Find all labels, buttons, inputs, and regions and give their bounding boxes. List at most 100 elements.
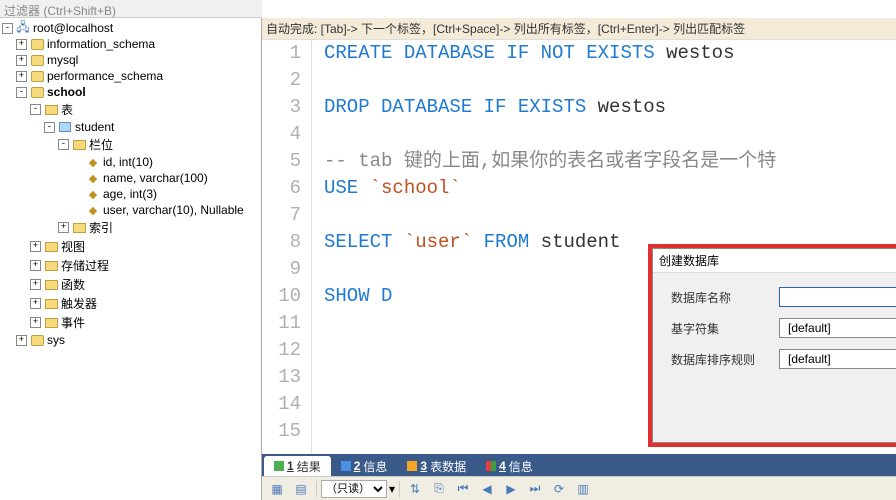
tree-node[interactable]: + information_schema bbox=[0, 36, 261, 52]
tree-node[interactable]: -表 bbox=[0, 100, 261, 119]
tree-label: sys bbox=[47, 333, 65, 347]
tab-icon bbox=[486, 461, 496, 471]
tree-label: 触发器 bbox=[61, 295, 97, 312]
tab-结果[interactable]: 1 结果 bbox=[264, 456, 331, 476]
dialog-title: 创建数据库 bbox=[659, 252, 896, 269]
tree-label: 表 bbox=[61, 101, 73, 118]
tree-node[interactable]: + 视图 bbox=[0, 237, 261, 256]
expand-icon[interactable]: + bbox=[30, 298, 41, 309]
expand-icon[interactable]: - bbox=[58, 139, 69, 150]
column-icon: ◆ bbox=[85, 155, 101, 169]
create-db-dialog: 创建数据库 ✕ 数据库名称 基字符集 [default] 数据库排序规则 [de… bbox=[648, 244, 896, 447]
tab-icon bbox=[341, 461, 351, 471]
tree-node[interactable]: -栏位 bbox=[0, 135, 261, 154]
tab-信息[interactable]: 2 信息 bbox=[331, 456, 398, 476]
result-tabs: 1 结果2 信息3 表数据4 信息 bbox=[262, 454, 896, 476]
tree-node[interactable]: ◆name, varchar(100) bbox=[0, 170, 261, 186]
expand-icon[interactable]: + bbox=[16, 39, 27, 50]
tree-node[interactable]: - school bbox=[0, 84, 261, 100]
filter-placeholder[interactable]: 过滤器 (Ctrl+Shift+B) bbox=[4, 4, 116, 18]
expand-icon[interactable]: + bbox=[16, 335, 27, 346]
expand-icon[interactable]: + bbox=[58, 222, 69, 233]
tree-label: school bbox=[47, 85, 86, 99]
expand-icon[interactable]: + bbox=[30, 241, 41, 252]
tab-icon bbox=[407, 461, 417, 471]
tree-node[interactable]: + 触发器 bbox=[0, 294, 261, 313]
readonly-select[interactable]: （只读） bbox=[321, 480, 387, 498]
tree-label: id, int(10) bbox=[103, 155, 153, 169]
prev-icon[interactable]: ◀ bbox=[476, 479, 498, 499]
tree-node[interactable]: + sys bbox=[0, 332, 261, 348]
folder-icon bbox=[43, 259, 59, 273]
tree-node[interactable]: +索引 bbox=[0, 218, 261, 237]
code-line[interactable] bbox=[324, 202, 896, 229]
tree-label: root@localhost bbox=[33, 21, 113, 35]
folder-icon bbox=[43, 103, 59, 117]
line-gutter: 123456789101112131415 bbox=[262, 40, 312, 454]
collation-select[interactable]: [default] bbox=[779, 349, 896, 369]
sort-icon[interactable]: ⇅ bbox=[404, 479, 426, 499]
expand-icon[interactable]: + bbox=[16, 55, 27, 66]
database-icon bbox=[29, 69, 45, 83]
grid-icon[interactable]: ▤ bbox=[290, 479, 312, 499]
code-line[interactable]: USE `school` bbox=[324, 175, 896, 202]
tree-node[interactable]: ◆user, varchar(10), Nullable bbox=[0, 202, 261, 218]
column-icon: ◆ bbox=[85, 203, 101, 217]
tree-label: 视图 bbox=[61, 238, 85, 255]
tab-icon bbox=[274, 461, 284, 471]
tree-node[interactable]: ◆id, int(10) bbox=[0, 154, 261, 170]
expand-icon[interactable]: - bbox=[30, 104, 41, 115]
tree-node[interactable]: + performance_schema bbox=[0, 68, 261, 84]
expand-icon[interactable]: - bbox=[2, 23, 13, 34]
tab-表数据[interactable]: 3 表数据 bbox=[397, 456, 476, 476]
tree-node[interactable]: +mysql bbox=[0, 52, 261, 68]
tree-label: 存储过程 bbox=[61, 257, 109, 274]
tree-node[interactable]: - student bbox=[0, 119, 261, 135]
charset-select[interactable]: [default] bbox=[779, 318, 896, 338]
expand-icon[interactable]: + bbox=[16, 71, 27, 82]
tab-信息[interactable]: 4 信息 bbox=[476, 456, 543, 476]
tree-label: information_schema bbox=[47, 37, 155, 51]
tree-node[interactable]: + 存储过程 bbox=[0, 256, 261, 275]
tree-label: student bbox=[75, 120, 114, 134]
autocomplete-hint: 自动完成: [Tab]-> 下一个标签，[Ctrl+Space]-> 列出所有标… bbox=[262, 18, 896, 40]
database-icon bbox=[29, 85, 45, 99]
tree-label: 函数 bbox=[61, 276, 85, 293]
code-line[interactable]: CREATE DATABASE IF NOT EXISTS westos bbox=[324, 40, 896, 67]
tree-label: age, int(3) bbox=[103, 187, 157, 201]
first-icon[interactable]: ⏮ bbox=[452, 479, 474, 499]
last-icon[interactable]: ⏭ bbox=[524, 479, 546, 499]
expand-icon[interactable]: - bbox=[16, 87, 27, 98]
code-line[interactable]: -- tab 键的上面,如果你的表名或者字段名是一个特 bbox=[324, 148, 896, 175]
charset-label: 基字符集 bbox=[671, 320, 761, 337]
tree-label: 事件 bbox=[61, 314, 85, 331]
database-icon bbox=[29, 333, 45, 347]
tree-node[interactable]: -🖧root@localhost bbox=[0, 20, 261, 36]
tree-node[interactable]: ◆age, int(3) bbox=[0, 186, 261, 202]
tree-node[interactable]: + 函数 bbox=[0, 275, 261, 294]
next-icon[interactable]: ▶ bbox=[500, 479, 522, 499]
code-line[interactable] bbox=[324, 121, 896, 148]
code-line[interactable] bbox=[324, 67, 896, 94]
expand-icon[interactable]: + bbox=[30, 279, 41, 290]
collation-label: 数据库排序规则 bbox=[671, 351, 761, 368]
refresh-icon[interactable]: ⟳ bbox=[548, 479, 570, 499]
export-icon[interactable]: ▥ bbox=[572, 479, 594, 499]
copy-icon[interactable]: ⎘ bbox=[428, 479, 450, 499]
db-tree-sidebar: -🖧root@localhost+information_schema+mysq… bbox=[0, 18, 262, 500]
tree-node[interactable]: + 事件 bbox=[0, 313, 261, 332]
filter-input-wrap: 过滤器 (Ctrl+Shift+B) bbox=[0, 0, 262, 18]
column-icon: ◆ bbox=[85, 187, 101, 201]
tree-label: user, varchar(10), Nullable bbox=[103, 203, 244, 217]
server-icon: 🖧 bbox=[15, 21, 31, 35]
tree-label: performance_schema bbox=[47, 69, 163, 83]
expand-icon[interactable]: + bbox=[30, 317, 41, 328]
expand-icon[interactable]: + bbox=[30, 260, 41, 271]
db-name-input[interactable] bbox=[779, 287, 896, 307]
database-icon bbox=[29, 37, 45, 51]
expand-icon[interactable]: - bbox=[44, 122, 55, 133]
db-name-label: 数据库名称 bbox=[671, 289, 761, 306]
code-line[interactable]: DROP DATABASE IF EXISTS westos bbox=[324, 94, 896, 121]
folder-icon bbox=[43, 240, 59, 254]
add-row-icon[interactable]: ▦ bbox=[266, 479, 288, 499]
